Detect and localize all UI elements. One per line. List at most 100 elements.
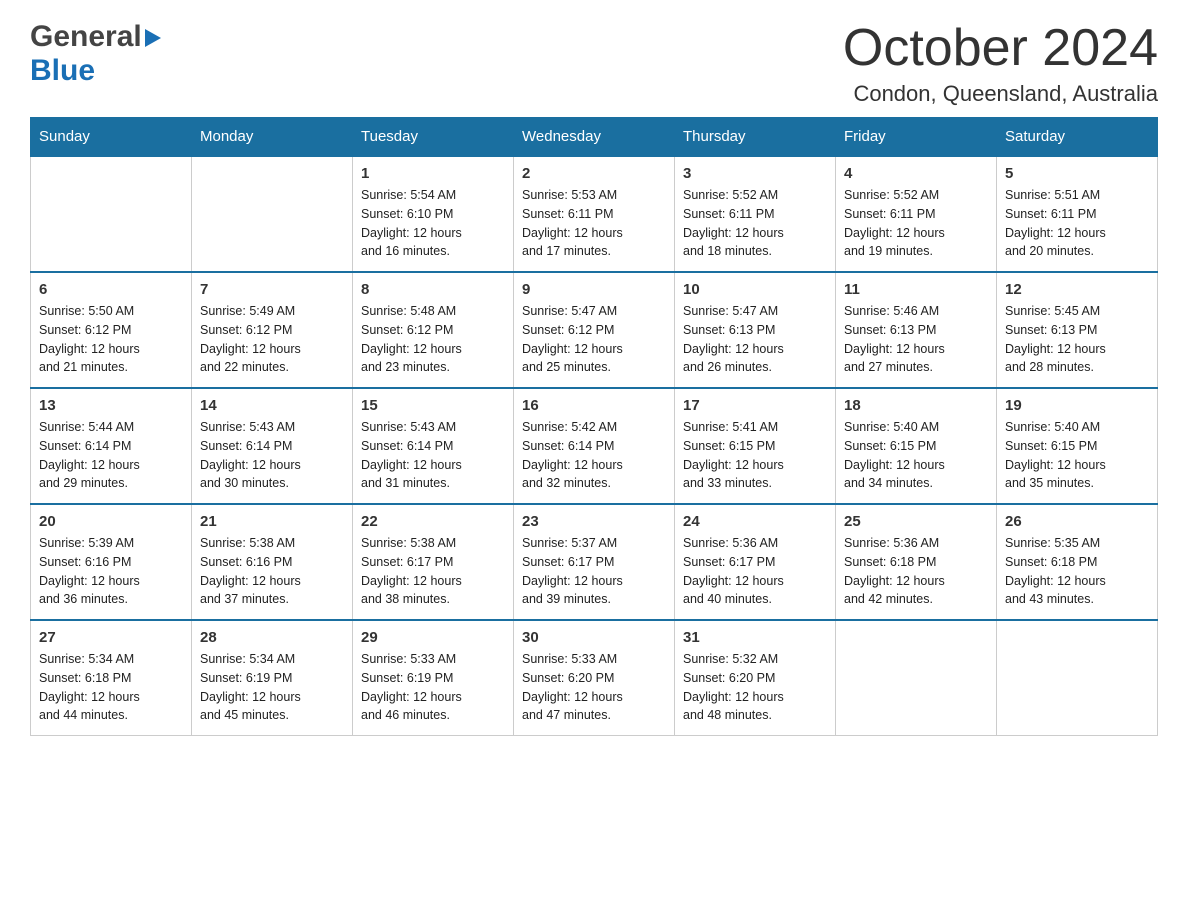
calendar-week-row: 13 Sunrise: 5:44 AM Sunset: 6:14 PM Dayli… — [31, 388, 1158, 504]
table-row: 1Sunrise: 5:54 AM Sunset: 6:10 PM Daylig… — [353, 156, 514, 272]
table-row: 21 Sunrise: 5:38 AM Sunset: 6:16 PM Dayli… — [192, 504, 353, 620]
day-number: 6 — [39, 281, 183, 298]
day-number: 11 — [844, 281, 988, 298]
day-info: Sunrise: 5:47 AM Sunset: 6:12 PM Dayligh… — [522, 302, 666, 377]
day-info: Sunrise: 5:54 AM Sunset: 6:10 PM Dayligh… — [361, 186, 505, 261]
day-info: Sunrise: 5:34 AM Sunset: 6:18 PM Dayligh… — [39, 650, 183, 725]
day-number: 24 — [683, 513, 827, 530]
table-row: 6 Sunrise: 5:50 AM Sunset: 6:12 PM Daylig… — [31, 272, 192, 388]
logo-general-text: General — [30, 20, 142, 54]
title-section: October 2024 Condon, Queensland, Austral… — [843, 20, 1158, 107]
table-row: 31 Sunrise: 5:32 AM Sunset: 6:20 PM Dayli… — [675, 620, 836, 736]
day-number: 13 — [39, 397, 183, 414]
col-friday: Friday — [836, 118, 997, 157]
table-row — [836, 620, 997, 736]
table-row: 17 Sunrise: 5:41 AM Sunset: 6:15 PM Dayli… — [675, 388, 836, 504]
day-info: Sunrise: 5:46 AM Sunset: 6:13 PM Dayligh… — [844, 302, 988, 377]
day-info: Sunrise: 5:34 AM Sunset: 6:19 PM Dayligh… — [200, 650, 344, 725]
table-row: 11 Sunrise: 5:46 AM Sunset: 6:13 PM Dayli… — [836, 272, 997, 388]
table-row: 28 Sunrise: 5:34 AM Sunset: 6:19 PM Dayli… — [192, 620, 353, 736]
day-number: 30 — [522, 629, 666, 646]
month-title: October 2024 — [843, 20, 1158, 77]
day-number: 12 — [1005, 281, 1149, 298]
table-row: 5 Sunrise: 5:51 AM Sunset: 6:11 PM Daylig… — [997, 156, 1158, 272]
day-info: Sunrise: 5:36 AM Sunset: 6:17 PM Dayligh… — [683, 534, 827, 609]
table-row: 4Sunrise: 5:52 AM Sunset: 6:11 PM Daylig… — [836, 156, 997, 272]
day-info: Sunrise: 5:36 AM Sunset: 6:18 PM Dayligh… — [844, 534, 988, 609]
day-number: 18 — [844, 397, 988, 414]
day-info: Sunrise: 5:32 AM Sunset: 6:20 PM Dayligh… — [683, 650, 827, 725]
calendar-header-row: Sunday Monday Tuesday Wednesday Thursday… — [31, 118, 1158, 157]
day-info: Sunrise: 5:51 AM Sunset: 6:11 PM Dayligh… — [1005, 186, 1149, 261]
table-row: 12Sunrise: 5:45 AM Sunset: 6:13 PM Dayli… — [997, 272, 1158, 388]
table-row: 2 Sunrise: 5:53 AM Sunset: 6:11 PM Daylig… — [514, 156, 675, 272]
day-info: Sunrise: 5:48 AM Sunset: 6:12 PM Dayligh… — [361, 302, 505, 377]
day-info: Sunrise: 5:38 AM Sunset: 6:17 PM Dayligh… — [361, 534, 505, 609]
col-saturday: Saturday — [997, 118, 1158, 157]
calendar-week-row: 6 Sunrise: 5:50 AM Sunset: 6:12 PM Daylig… — [31, 272, 1158, 388]
day-info: Sunrise: 5:44 AM Sunset: 6:14 PM Dayligh… — [39, 418, 183, 493]
day-info: Sunrise: 5:33 AM Sunset: 6:20 PM Dayligh… — [522, 650, 666, 725]
day-number: 10 — [683, 281, 827, 298]
day-number: 8 — [361, 281, 505, 298]
day-info: Sunrise: 5:37 AM Sunset: 6:17 PM Dayligh… — [522, 534, 666, 609]
day-number: 3 — [683, 165, 827, 182]
col-sunday: Sunday — [31, 118, 192, 157]
day-number: 15 — [361, 397, 505, 414]
day-number: 27 — [39, 629, 183, 646]
day-info: Sunrise: 5:53 AM Sunset: 6:11 PM Dayligh… — [522, 186, 666, 261]
table-row: 27 Sunrise: 5:34 AM Sunset: 6:18 PM Dayli… — [31, 620, 192, 736]
day-info: Sunrise: 5:40 AM Sunset: 6:15 PM Dayligh… — [1005, 418, 1149, 493]
day-number: 23 — [522, 513, 666, 530]
day-number: 26 — [1005, 513, 1149, 530]
day-number: 28 — [200, 629, 344, 646]
calendar-week-row: 20 Sunrise: 5:39 AM Sunset: 6:16 PM Dayli… — [31, 504, 1158, 620]
col-wednesday: Wednesday — [514, 118, 675, 157]
calendar-week-row: 27 Sunrise: 5:34 AM Sunset: 6:18 PM Dayli… — [31, 620, 1158, 736]
table-row: 3Sunrise: 5:52 AM Sunset: 6:11 PM Daylig… — [675, 156, 836, 272]
table-row: 14Sunrise: 5:43 AM Sunset: 6:14 PM Dayli… — [192, 388, 353, 504]
day-number: 16 — [522, 397, 666, 414]
day-info: Sunrise: 5:39 AM Sunset: 6:16 PM Dayligh… — [39, 534, 183, 609]
day-info: Sunrise: 5:50 AM Sunset: 6:12 PM Dayligh… — [39, 302, 183, 377]
day-info: Sunrise: 5:47 AM Sunset: 6:13 PM Dayligh… — [683, 302, 827, 377]
table-row: 22 Sunrise: 5:38 AM Sunset: 6:17 PM Dayli… — [353, 504, 514, 620]
table-row: 15 Sunrise: 5:43 AM Sunset: 6:14 PM Dayli… — [353, 388, 514, 504]
day-info: Sunrise: 5:41 AM Sunset: 6:15 PM Dayligh… — [683, 418, 827, 493]
day-number: 20 — [39, 513, 183, 530]
table-row — [31, 156, 192, 272]
day-info: Sunrise: 5:43 AM Sunset: 6:14 PM Dayligh… — [200, 418, 344, 493]
calendar-week-row: 1Sunrise: 5:54 AM Sunset: 6:10 PM Daylig… — [31, 156, 1158, 272]
day-info: Sunrise: 5:38 AM Sunset: 6:16 PM Dayligh… — [200, 534, 344, 609]
table-row: 29Sunrise: 5:33 AM Sunset: 6:19 PM Dayli… — [353, 620, 514, 736]
day-number: 2 — [522, 165, 666, 182]
logo-blue-text: Blue — [30, 54, 95, 87]
day-number: 17 — [683, 397, 827, 414]
day-number: 21 — [200, 513, 344, 530]
table-row: 25 Sunrise: 5:36 AM Sunset: 6:18 PM Dayli… — [836, 504, 997, 620]
col-tuesday: Tuesday — [353, 118, 514, 157]
day-info: Sunrise: 5:42 AM Sunset: 6:14 PM Dayligh… — [522, 418, 666, 493]
day-info: Sunrise: 5:52 AM Sunset: 6:11 PM Dayligh… — [844, 186, 988, 261]
table-row: 16 Sunrise: 5:42 AM Sunset: 6:14 PM Dayli… — [514, 388, 675, 504]
table-row — [997, 620, 1158, 736]
table-row: 13 Sunrise: 5:44 AM Sunset: 6:14 PM Dayli… — [31, 388, 192, 504]
location-text: Condon, Queensland, Australia — [843, 81, 1158, 107]
day-info: Sunrise: 5:35 AM Sunset: 6:18 PM Dayligh… — [1005, 534, 1149, 609]
day-number: 19 — [1005, 397, 1149, 414]
table-row: 26 Sunrise: 5:35 AM Sunset: 6:18 PM Dayli… — [997, 504, 1158, 620]
day-info: Sunrise: 5:43 AM Sunset: 6:14 PM Dayligh… — [361, 418, 505, 493]
day-info: Sunrise: 5:40 AM Sunset: 6:15 PM Dayligh… — [844, 418, 988, 493]
col-thursday: Thursday — [675, 118, 836, 157]
table-row: 20 Sunrise: 5:39 AM Sunset: 6:16 PM Dayli… — [31, 504, 192, 620]
day-info: Sunrise: 5:49 AM Sunset: 6:12 PM Dayligh… — [200, 302, 344, 377]
day-number: 22 — [361, 513, 505, 530]
day-number: 5 — [1005, 165, 1149, 182]
day-number: 25 — [844, 513, 988, 530]
logo-arrow-icon — [145, 29, 161, 52]
day-number: 9 — [522, 281, 666, 298]
table-row: 9 Sunrise: 5:47 AM Sunset: 6:12 PM Daylig… — [514, 272, 675, 388]
day-info: Sunrise: 5:33 AM Sunset: 6:19 PM Dayligh… — [361, 650, 505, 725]
day-number: 31 — [683, 629, 827, 646]
table-row: 10 Sunrise: 5:47 AM Sunset: 6:13 PM Dayli… — [675, 272, 836, 388]
